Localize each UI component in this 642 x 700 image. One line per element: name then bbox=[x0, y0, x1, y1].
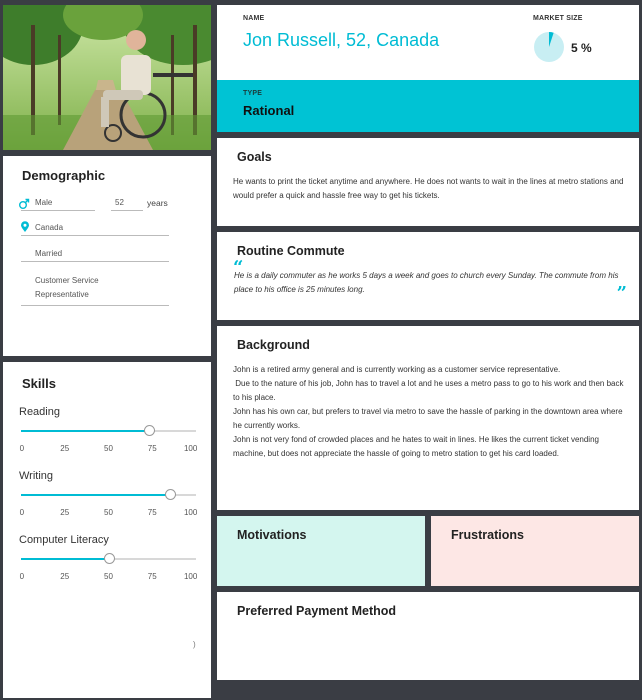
skill-label: Reading bbox=[19, 406, 60, 418]
tick-label: 25 bbox=[60, 572, 70, 581]
location-field[interactable]: Canada bbox=[21, 221, 169, 236]
slider-thumb[interactable] bbox=[103, 553, 115, 564]
background-line: John has his own car, but prefers to tra… bbox=[233, 407, 623, 430]
market-size: MARKET SIZE 5 % bbox=[533, 15, 592, 62]
type-band: TYPE Rational bbox=[217, 80, 639, 132]
skill-label: Writing bbox=[19, 470, 54, 482]
stray-mark: ) bbox=[193, 640, 196, 649]
age-value: 52 bbox=[111, 198, 143, 211]
status-value: Married bbox=[21, 249, 169, 262]
demographic-title: Demographic bbox=[22, 168, 106, 183]
tick-label: 25 bbox=[60, 508, 70, 517]
gender-field[interactable]: Male bbox=[19, 198, 95, 211]
persona-photo bbox=[3, 5, 211, 150]
location-pin-icon bbox=[21, 221, 29, 232]
tick-label: 0 bbox=[19, 444, 25, 453]
tick-label: 75 bbox=[147, 508, 157, 517]
payment-card: Preferred Payment Method bbox=[217, 592, 639, 680]
tick-label: 100 bbox=[183, 508, 198, 517]
tick-label: 100 bbox=[183, 572, 198, 581]
frustrations-title: Frustrations bbox=[451, 528, 524, 542]
background-text: John is a retired army general and is cu… bbox=[233, 363, 625, 461]
skills-panel: Skills Reading 0 25 50 75 100 Writing 0 25 50 7… bbox=[3, 362, 211, 698]
skills-title: Skills bbox=[22, 376, 56, 391]
tick-label: 75 bbox=[147, 572, 157, 581]
gender-value: Male bbox=[21, 198, 95, 211]
slider-ticks: 0 25 50 75 100 bbox=[19, 508, 198, 518]
market-size-value: 5 % bbox=[571, 41, 592, 55]
slider-ticks: 0 25 50 75 100 bbox=[19, 444, 198, 454]
goals-title: Goals bbox=[237, 150, 272, 164]
male-icon bbox=[19, 198, 30, 209]
persona-photo-image bbox=[3, 5, 211, 150]
skill-slider[interactable] bbox=[21, 425, 196, 436]
type-label: TYPE bbox=[243, 90, 263, 97]
skill-computer-literacy: Computer Literacy 0 25 50 75 100 bbox=[19, 534, 197, 581]
occupation-value: Customer Service Representative bbox=[21, 274, 169, 306]
occupation-line-2: Representative bbox=[35, 290, 89, 299]
skill-writing: Writing 0 25 50 75 100 bbox=[19, 470, 197, 517]
tick-label: 25 bbox=[60, 444, 70, 453]
background-line: John is not very fond of crowded places … bbox=[233, 435, 599, 458]
background-line: Due to the nature of his job, John has t… bbox=[233, 379, 626, 402]
payment-title: Preferred Payment Method bbox=[237, 604, 397, 618]
frustrations-card: Frustrations bbox=[431, 516, 639, 586]
tick-label: 75 bbox=[147, 444, 157, 453]
location-value: Canada bbox=[21, 223, 169, 236]
close-quote-icon: ” bbox=[616, 283, 627, 304]
tick-label: 100 bbox=[183, 444, 198, 453]
slider-thumb[interactable] bbox=[164, 489, 176, 500]
tick-label: 50 bbox=[104, 444, 113, 453]
age-field[interactable]: 52 bbox=[111, 198, 143, 211]
persona-header: NAME Jon Russell, 52, Canada MARKET SIZE… bbox=[217, 5, 639, 80]
commute-title: Routine Commute bbox=[237, 244, 345, 258]
skill-reading: Reading 0 25 50 75 100 bbox=[19, 406, 197, 453]
goals-card: Goals He wants to print the ticket anyti… bbox=[217, 138, 639, 226]
slider-fill bbox=[21, 430, 149, 432]
demographic-panel: Demographic Male 52 years Canada Married… bbox=[3, 156, 211, 356]
slider-fill bbox=[21, 494, 170, 496]
skill-slider[interactable] bbox=[21, 553, 196, 564]
slider-ticks: 0 25 50 75 100 bbox=[19, 572, 198, 582]
skill-slider[interactable] bbox=[21, 489, 196, 500]
background-card: Background John is a retired army genera… bbox=[217, 326, 639, 510]
commute-text: He is a daily commuter as he works 5 day… bbox=[234, 271, 619, 294]
commute-card: Routine Commute “ He is a daily commuter… bbox=[217, 232, 639, 320]
tick-label: 50 bbox=[104, 572, 113, 581]
skill-label: Computer Literacy bbox=[19, 534, 109, 546]
motivations-card: Motivations bbox=[217, 516, 425, 586]
market-size-label: MARKET SIZE bbox=[533, 15, 583, 22]
age-unit: years bbox=[147, 198, 168, 208]
occupation-line-1: Customer Service bbox=[35, 276, 99, 285]
type-value: Rational bbox=[243, 103, 295, 118]
tick-label: 0 bbox=[19, 572, 25, 581]
occupation-field[interactable]: Customer Service Representative bbox=[21, 274, 169, 306]
background-title: Background bbox=[237, 338, 310, 352]
background-line: John is a retired army general and is cu… bbox=[233, 365, 561, 374]
tick-label: 0 bbox=[19, 508, 25, 517]
motivations-title: Motivations bbox=[237, 528, 307, 542]
goals-text: He wants to print the ticket anytime and… bbox=[233, 177, 624, 200]
slider-fill bbox=[21, 558, 109, 560]
slider-thumb[interactable] bbox=[143, 425, 155, 436]
tick-label: 50 bbox=[104, 508, 113, 517]
market-size-pie bbox=[534, 31, 564, 62]
status-field[interactable]: Married bbox=[21, 249, 169, 262]
